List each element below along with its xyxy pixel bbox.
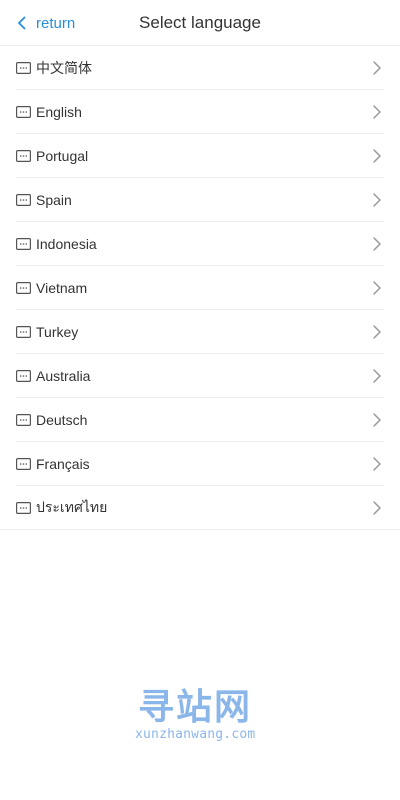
back-button[interactable]: return [14, 0, 75, 46]
language-label: Portugal [36, 148, 89, 164]
language-item-vietnam[interactable]: Vietnam [0, 266, 400, 310]
language-item-spain[interactable]: Spain [0, 178, 400, 222]
watermark-logo-text: 寻站网 [137, 687, 252, 728]
keyboard-icon [16, 326, 31, 338]
keyboard-icon [16, 370, 31, 382]
language-page: return Select language 中文简体 English Port… [0, 0, 400, 800]
chevron-right-icon [370, 148, 384, 164]
keyboard-icon [16, 238, 31, 250]
language-label: Australia [36, 368, 91, 384]
back-label: return [36, 14, 76, 32]
language-item-turkey[interactable]: Turkey [0, 310, 400, 354]
language-label: Turkey [36, 324, 79, 340]
language-label: English [36, 104, 82, 120]
language-item-portugal[interactable]: Portugal [0, 134, 400, 178]
chevron-right-icon [370, 368, 384, 384]
language-label: Français [36, 456, 90, 472]
keyboard-icon [16, 194, 31, 206]
language-label: Vietnam [36, 280, 88, 296]
keyboard-icon [16, 62, 31, 74]
language-item-indonesia[interactable]: Indonesia [0, 222, 400, 266]
language-item-australia[interactable]: Australia [0, 354, 400, 398]
chevron-right-icon [370, 236, 384, 252]
chevron-right-icon [370, 192, 384, 208]
chevron-right-icon [370, 412, 384, 428]
language-list: 中文简体 English Portugal Spain Indonesia Vi… [0, 46, 400, 530]
language-label: Indonesia [36, 236, 97, 252]
keyboard-icon [16, 502, 31, 514]
language-item-chinese[interactable]: 中文简体 [0, 46, 400, 90]
keyboard-icon [16, 106, 31, 118]
language-item-english[interactable]: English [0, 90, 400, 134]
keyboard-icon [16, 458, 31, 470]
chevron-right-icon [370, 104, 384, 120]
language-label: Deutsch [36, 412, 88, 428]
chevron-right-icon [370, 500, 384, 516]
language-label: ประเทศไทย [36, 499, 108, 515]
language-item-thai[interactable]: ประเทศไทย [0, 486, 400, 530]
chevron-right-icon [370, 456, 384, 472]
watermark-url: xunzhanwang.com [135, 727, 256, 742]
language-label: Spain [36, 192, 72, 208]
watermark: 寻站网 xunzhanwang.com [135, 688, 255, 742]
chevron-left-icon [14, 15, 30, 31]
language-label: 中文简体 [36, 60, 92, 76]
chevron-right-icon [370, 60, 384, 76]
keyboard-icon [16, 150, 31, 162]
chevron-right-icon [370, 324, 384, 340]
keyboard-icon [16, 282, 31, 294]
language-item-deutsch[interactable]: Deutsch [0, 398, 400, 442]
keyboard-icon [16, 414, 31, 426]
chevron-right-icon [370, 280, 384, 296]
page-title: Select language [139, 12, 261, 32]
header-bar: return Select language [0, 0, 400, 46]
language-item-francais[interactable]: Français [0, 442, 400, 486]
